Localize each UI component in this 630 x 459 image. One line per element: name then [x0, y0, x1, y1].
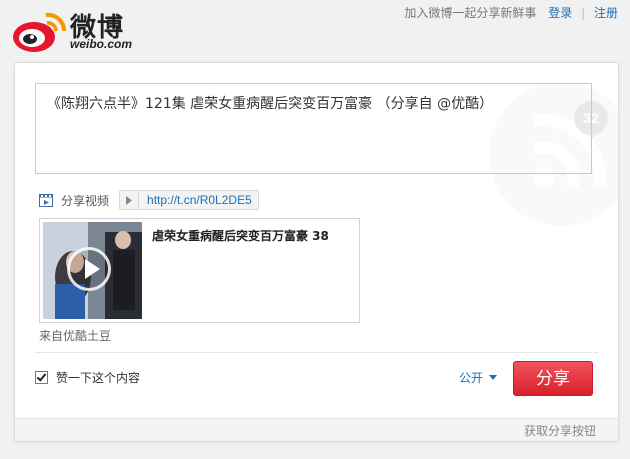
signup-link[interactable]: 注册: [594, 6, 618, 20]
visibility-dropdown[interactable]: 公开: [459, 369, 498, 386]
nav-divider: |: [581, 6, 586, 20]
share-text-input[interactable]: 《陈翔六点半》121集 虐荣女重病醒后突变百万富豪 （分享自 @优酷）: [35, 83, 592, 174]
card-footer: 获取分享按钮: [15, 418, 618, 441]
weibo-eye-icon: [13, 12, 66, 52]
tagline-text: 加入微博一起分享新鲜事: [404, 6, 537, 20]
chevron-down-icon: [489, 375, 498, 380]
visibility-label: 公开: [459, 371, 484, 385]
play-icon: [120, 191, 140, 209]
video-preview-card[interactable]: 虐荣女重病醒后突变百万富豪 38: [39, 218, 360, 323]
share-card: 32 《陈翔六点半》121集 虐荣女重病醒后突变百万富豪 （分享自 @优酷） 分…: [14, 62, 619, 442]
short-url-text: http://t.cn/R0L2DE5: [147, 193, 252, 207]
video-title-link[interactable]: 虐荣女重病醒后突变百万富豪 38: [152, 227, 329, 244]
share-video-label: 分享视频: [61, 193, 110, 208]
video-url-link[interactable]: http://t.cn/R0L2DE5: [119, 190, 259, 210]
like-checkbox[interactable]: [35, 371, 48, 384]
video-icon: [39, 193, 53, 207]
play-button-icon[interactable]: [67, 247, 111, 291]
share-video-row: 分享视频 http://t.cn/R0L2DE5: [39, 190, 259, 210]
weibo-logo[interactable]: 微博 weibo.com: [12, 5, 142, 53]
logo-domain: weibo.com: [70, 37, 133, 51]
video-source: 来自优酷土豆: [39, 329, 112, 343]
get-share-button-link[interactable]: 获取分享按钮: [524, 422, 596, 439]
like-label[interactable]: 赞一下这个内容: [56, 369, 140, 386]
section-divider: [35, 352, 598, 353]
top-nav: 加入微博一起分享新鲜事 登录 | 注册: [404, 4, 618, 21]
share-button[interactable]: 分享: [513, 361, 593, 396]
like-option: 赞一下这个内容: [35, 369, 140, 386]
login-link[interactable]: 登录: [548, 6, 572, 20]
video-thumbnail[interactable]: [43, 222, 142, 319]
